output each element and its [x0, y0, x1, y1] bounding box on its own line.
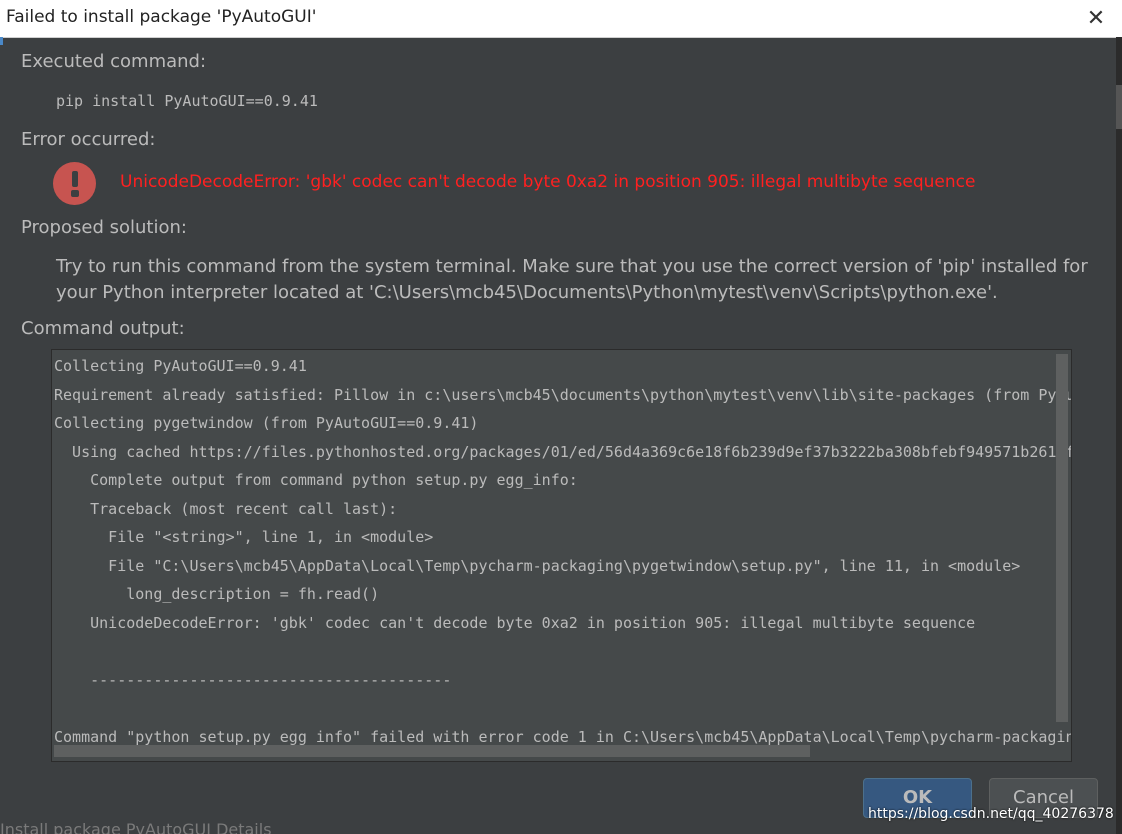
command-output-label: Command output: — [21, 318, 185, 339]
watermark: https://blog.csdn.net/qq_40276378 — [868, 806, 1114, 822]
window-accent — [0, 37, 3, 45]
error-exclamation-icon — [53, 162, 96, 205]
error-message: UnicodeDecodeError: 'gbk' codec can't de… — [120, 172, 976, 192]
close-icon[interactable]: ✕ — [1070, 0, 1122, 37]
vertical-scrollbar[interactable] — [1056, 354, 1068, 722]
background-marker — [1116, 85, 1122, 129]
executed-command: pip install PyAutoGUI==0.9.41 — [56, 92, 318, 110]
title-bar: Failed to install package 'PyAutoGUI' ✕ — [0, 0, 1122, 38]
background-status-text: Install package PyAutoGUI Details — [0, 820, 272, 834]
proposed-solution-text: Try to run this command from the system … — [56, 256, 1088, 303]
horizontal-scrollbar[interactable] — [54, 745, 810, 757]
install-failed-dialog: Failed to install package 'PyAutoGUI' ✕ … — [0, 0, 1122, 834]
dialog-title: Failed to install package 'PyAutoGUI' — [6, 7, 317, 27]
command-output-text: Collecting PyAutoGUI==0.9.41 Requirement… — [54, 357, 1072, 746]
proposed-solution-label: Proposed solution: — [21, 217, 187, 238]
background-window-edge — [1116, 37, 1122, 834]
command-output-panel[interactable]: Collecting PyAutoGUI==0.9.41 Requirement… — [51, 349, 1072, 762]
executed-command-label: Executed command: — [21, 51, 207, 72]
error-occurred-label: Error occurred: — [21, 129, 156, 150]
